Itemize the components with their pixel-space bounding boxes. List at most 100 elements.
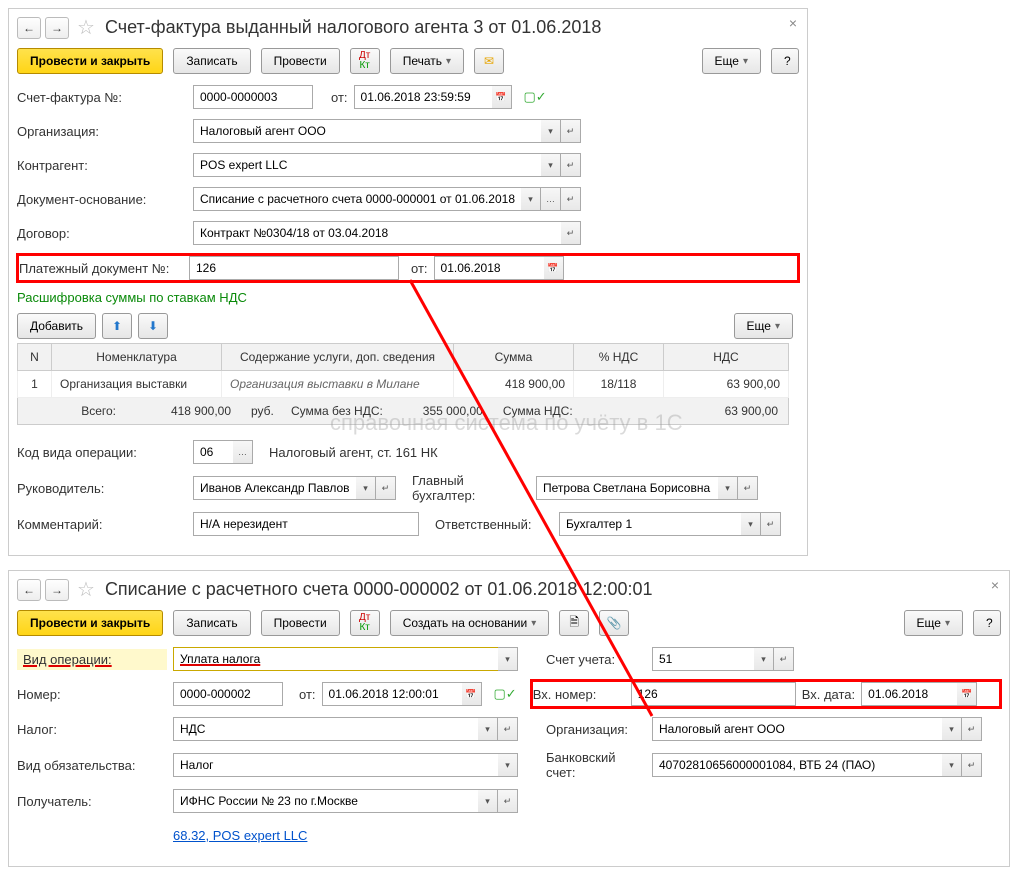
calendar-icon[interactable]: 📅 bbox=[544, 256, 564, 280]
close-icon[interactable]: × bbox=[991, 577, 999, 593]
org-input[interactable] bbox=[652, 717, 942, 741]
total-label: Всего: bbox=[18, 404, 126, 418]
help-button[interactable]: ? bbox=[973, 610, 1001, 636]
dropdown-icon[interactable]: ▾ bbox=[356, 476, 376, 500]
dropdown-icon[interactable]: ▾ bbox=[498, 753, 518, 777]
dropdown-icon[interactable]: ▾ bbox=[942, 717, 962, 741]
dropdown-icon[interactable]: ▾ bbox=[741, 512, 761, 536]
date-input[interactable] bbox=[322, 682, 462, 706]
dt-kt-button[interactable]: ДтКт bbox=[350, 48, 380, 74]
comment-input[interactable] bbox=[193, 512, 419, 536]
ellipsis-icon[interactable]: … bbox=[233, 440, 253, 464]
favorite-star-icon[interactable]: ☆ bbox=[77, 15, 95, 40]
open-icon[interactable]: ↵ bbox=[774, 647, 794, 671]
open-icon[interactable]: ↵ bbox=[561, 153, 581, 177]
vat-grid[interactable]: N Номенклатура Содержание услуги, доп. с… bbox=[17, 343, 789, 398]
attachment-button[interactable]: 📎 bbox=[599, 610, 629, 636]
dropdown-icon[interactable]: ▾ bbox=[942, 753, 962, 777]
opcode-label: Код вида операции: bbox=[17, 445, 187, 460]
basis-combo: ▾ … ↵ bbox=[193, 187, 581, 211]
contract-combo: ↵ bbox=[193, 221, 581, 245]
cell-n: 1 bbox=[18, 371, 52, 398]
favorite-star-icon[interactable]: ☆ bbox=[77, 577, 95, 602]
close-icon[interactable]: × bbox=[789, 15, 797, 31]
open-icon[interactable]: ↵ bbox=[561, 187, 581, 211]
mail-button[interactable]: ✉ bbox=[474, 48, 504, 74]
calendar-icon[interactable]: 📅 bbox=[957, 682, 977, 706]
nav-forward[interactable]: → bbox=[45, 17, 69, 39]
head-label: Руководитель: bbox=[17, 481, 187, 496]
from-label: от: bbox=[331, 90, 348, 105]
post-and-close-button[interactable]: Провести и закрыть bbox=[17, 48, 163, 74]
save-button[interactable]: Записать bbox=[173, 48, 250, 74]
calendar-icon[interactable]: 📅 bbox=[462, 682, 482, 706]
grid-row[interactable]: 1 Организация выставки Организация выста… bbox=[18, 371, 789, 398]
nav-forward[interactable]: → bbox=[45, 579, 69, 601]
open-icon[interactable]: ↵ bbox=[962, 717, 982, 741]
vat-breakdown-link[interactable]: Расшифровка суммы по ставкам НДС bbox=[17, 290, 799, 305]
liab-input[interactable] bbox=[173, 753, 498, 777]
open-icon[interactable]: ↵ bbox=[498, 717, 518, 741]
responsible-input[interactable] bbox=[559, 512, 741, 536]
move-down-button[interactable]: ⬇ bbox=[138, 313, 168, 339]
num-input[interactable] bbox=[173, 682, 283, 706]
post-button[interactable]: Провести bbox=[261, 48, 340, 74]
more-button[interactable]: Еще bbox=[702, 48, 761, 74]
dt-kt-button[interactable]: ДтКт bbox=[350, 610, 380, 636]
dropdown-icon[interactable]: ▾ bbox=[478, 789, 498, 813]
optype-input[interactable] bbox=[173, 647, 498, 671]
open-icon[interactable]: ↵ bbox=[498, 789, 518, 813]
payee-input[interactable] bbox=[173, 789, 478, 813]
window-title: Счет-фактура выданный налогового агента … bbox=[105, 17, 601, 38]
org-input[interactable] bbox=[193, 119, 541, 143]
invoice-num-input[interactable] bbox=[193, 85, 313, 109]
nav-back[interactable]: ← bbox=[17, 17, 41, 39]
post-and-close-button[interactable]: Провести и закрыть bbox=[17, 610, 163, 636]
opcode-input[interactable] bbox=[193, 440, 233, 464]
acct-input[interactable] bbox=[652, 647, 754, 671]
paydoc-num-input[interactable] bbox=[189, 256, 399, 280]
posted-icon: ▢✓ bbox=[524, 89, 547, 105]
more-button[interactable]: Еще bbox=[904, 610, 963, 636]
head-input[interactable] bbox=[193, 476, 356, 500]
indate-input[interactable] bbox=[861, 682, 957, 706]
open-icon[interactable]: ↵ bbox=[561, 221, 581, 245]
accountant-input[interactable] bbox=[536, 476, 718, 500]
contract-input[interactable] bbox=[193, 221, 561, 245]
print-button[interactable]: Печать bbox=[390, 48, 464, 74]
tax-input[interactable] bbox=[173, 717, 478, 741]
create-from-button[interactable]: Создать на основании bbox=[390, 610, 550, 636]
date-input[interactable] bbox=[354, 85, 492, 109]
paydoc-date-input[interactable] bbox=[434, 256, 544, 280]
dropdown-icon[interactable]: ▾ bbox=[541, 153, 561, 177]
open-icon[interactable]: ↵ bbox=[561, 119, 581, 143]
basis-input[interactable] bbox=[193, 187, 521, 211]
help-button[interactable]: ? bbox=[771, 48, 799, 74]
innum-input[interactable] bbox=[631, 682, 796, 706]
ellipsis-icon[interactable]: … bbox=[541, 187, 561, 211]
counterparty-link[interactable]: 68.32, POS expert LLC bbox=[173, 828, 307, 843]
window-payment: × ← → ☆ Списание с расчетного счета 0000… bbox=[8, 570, 1010, 867]
dropdown-icon[interactable]: ▾ bbox=[541, 119, 561, 143]
open-icon[interactable]: ↵ bbox=[962, 753, 982, 777]
dropdown-icon[interactable]: ▾ bbox=[521, 187, 541, 211]
dropdown-icon[interactable]: ▾ bbox=[754, 647, 774, 671]
open-icon[interactable]: ↵ bbox=[376, 476, 396, 500]
dropdown-icon[interactable]: ▾ bbox=[718, 476, 738, 500]
document-button[interactable]: 🗎 bbox=[559, 610, 589, 636]
open-icon[interactable]: ↵ bbox=[761, 512, 781, 536]
more-button[interactable]: Еще bbox=[734, 313, 793, 339]
num-label: Номер: bbox=[17, 687, 167, 702]
open-icon[interactable]: ↵ bbox=[738, 476, 758, 500]
add-button[interactable]: Добавить bbox=[17, 313, 96, 339]
contractor-input[interactable] bbox=[193, 153, 541, 177]
contractor-label: Контрагент: bbox=[17, 158, 187, 173]
dropdown-icon[interactable]: ▾ bbox=[478, 717, 498, 741]
move-up-button[interactable]: ⬆ bbox=[102, 313, 132, 339]
bank-input[interactable] bbox=[652, 753, 942, 777]
dropdown-icon[interactable]: ▾ bbox=[498, 647, 518, 671]
nav-back[interactable]: ← bbox=[17, 579, 41, 601]
post-button[interactable]: Провести bbox=[261, 610, 340, 636]
save-button[interactable]: Записать bbox=[173, 610, 250, 636]
calendar-icon[interactable]: 📅 bbox=[492, 85, 512, 109]
